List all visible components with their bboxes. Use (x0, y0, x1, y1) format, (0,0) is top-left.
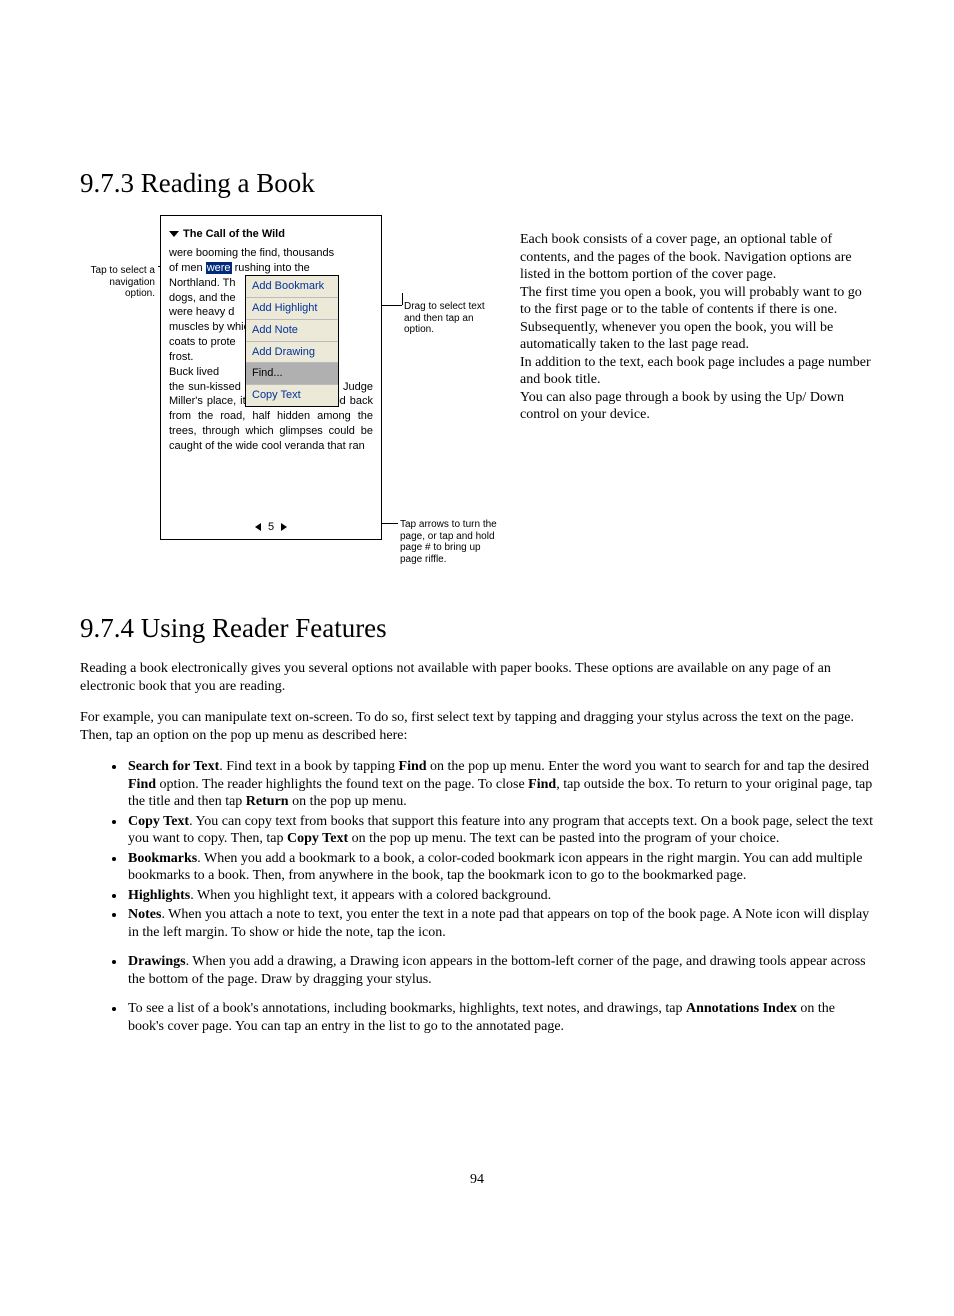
para: In addition to the text, each book page … (520, 354, 874, 389)
device-screen: The Call of the Wild were booming the fi… (160, 215, 382, 540)
callout-line (380, 305, 402, 306)
section-973-paragraphs: Each book consists of a cover page, an o… (520, 215, 874, 424)
feature-name: Drawings (128, 954, 186, 969)
intro-paragraph: Reading a book electronically gives you … (80, 660, 874, 695)
feature-name: Search for Text (128, 759, 219, 774)
selected-text[interactable]: were (206, 262, 232, 274)
section-using-reader-features: 9.7.4 Using Reader Features Reading a bo… (80, 613, 874, 1035)
next-page-icon[interactable] (281, 523, 287, 531)
text-line: Northland. Th (169, 277, 235, 289)
feature-name: Bookmarks (128, 851, 197, 866)
list-item: Notes. When you attach a note to text, y… (126, 906, 874, 941)
menu-item-add-highlight[interactable]: Add Highlight (246, 298, 338, 320)
list-item: Search for Text. Find text in a book by … (126, 758, 874, 811)
section-reading-a-book: 9.7.3 Reading a Book Tap to select a nav… (80, 168, 874, 577)
intro-paragraph: For example, you can manipulate text on-… (80, 709, 874, 744)
list-item: Drawings. When you add a drawing, a Draw… (126, 953, 874, 988)
reader-figure: Tap to select a navigation option. Drag … (80, 215, 500, 577)
annotation-right-select: Drag to select text and then tap an opti… (404, 301, 499, 336)
menu-item-add-drawing[interactable]: Add Drawing (246, 342, 338, 364)
list-item: To see a list of a book's annotations, i… (126, 1000, 874, 1035)
callout-line (402, 293, 403, 305)
menu-item-add-bookmark[interactable]: Add Bookmark (246, 276, 338, 298)
feature-name: Copy Text (128, 814, 189, 829)
feature-name: Highlights (128, 888, 190, 903)
text-line: frost. (169, 351, 193, 363)
context-menu[interactable]: Add Bookmark Add Highlight Add Note Add … (245, 275, 339, 407)
book-body-text[interactable]: were booming the find, thousands of men … (169, 246, 373, 454)
list-item: Highlights. When you highlight text, it … (126, 887, 874, 905)
para: You can also page through a book by usin… (520, 389, 874, 424)
feature-list: Search for Text. Find text in a book by … (80, 758, 874, 1035)
list-item: Bookmarks. When you add a bookmark to a … (126, 850, 874, 885)
page-number: 94 (0, 1172, 954, 1188)
text-line: of men (169, 262, 206, 274)
annotation-right-pager: Tap arrows to turn the page, or tap and … (400, 519, 500, 565)
menu-item-find[interactable]: Find... (246, 363, 338, 385)
feature-name: Notes (128, 907, 161, 922)
text-line: coats to prote (169, 336, 236, 348)
text-line: dogs, and the (169, 292, 236, 304)
menu-item-copy-text[interactable]: Copy Text (246, 385, 338, 406)
text-line: were heavy d (169, 306, 234, 318)
prev-page-icon[interactable] (255, 523, 261, 531)
heading-974: 9.7.4 Using Reader Features (80, 613, 874, 644)
para: The first time you open a book, you will… (520, 284, 874, 319)
book-title-dropdown[interactable]: The Call of the Wild (169, 226, 373, 246)
annotation-left: Tap to select a navigation option. (80, 265, 155, 300)
para: Each book consists of a cover page, an o… (520, 231, 874, 284)
page-number-label[interactable]: 5 (268, 521, 274, 533)
list-item: Copy Text. You can copy text from books … (126, 813, 874, 848)
menu-item-add-note[interactable]: Add Note (246, 320, 338, 342)
text-line: were booming the find, thousands (169, 247, 334, 259)
para: Subsequently, whenever you open the book… (520, 319, 874, 354)
text-line: rushing into the (232, 262, 310, 274)
text-line: muscles by whic (169, 321, 249, 333)
page-navigator[interactable]: 5 (161, 521, 381, 533)
heading-973: 9.7.3 Reading a Book (80, 168, 874, 199)
text-line: Buck lived (169, 366, 219, 378)
